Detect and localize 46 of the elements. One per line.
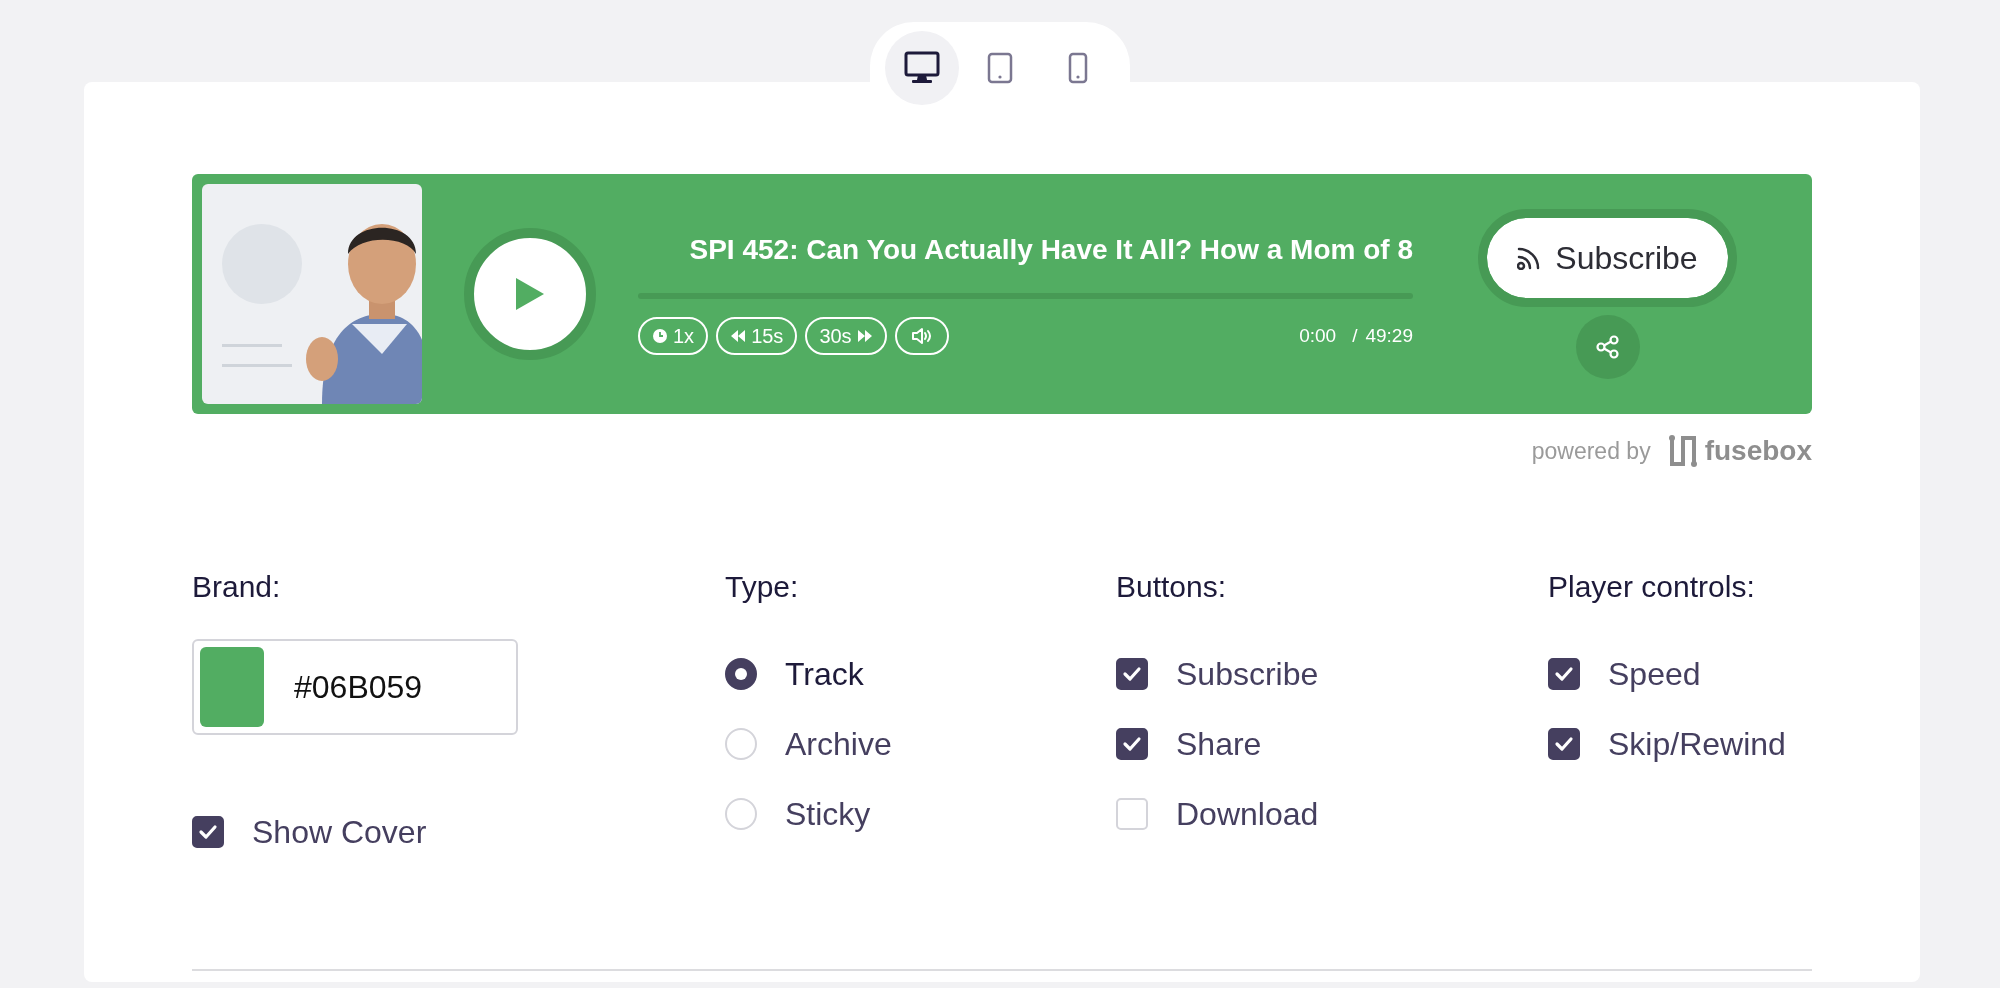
volume-button[interactable] [894, 316, 949, 355]
check-icon [1122, 734, 1142, 754]
clock-icon [652, 327, 668, 344]
skip-forward-button[interactable]: 30s [805, 316, 887, 355]
checkbox-label: Show Cover [252, 813, 427, 852]
episode-title: SPI 452: Can You Actually Have It All? How a Mom of 8 [688, 233, 1413, 267]
check-icon [1554, 664, 1574, 684]
radio-label: Track [785, 655, 864, 694]
time-separator: / [1352, 323, 1358, 348]
fast-forward-icon [856, 328, 873, 343]
checkbox-label: Subscribe [1176, 655, 1319, 694]
radio-label: Archive [785, 725, 892, 764]
current-time: 0:00 [1299, 323, 1337, 348]
rss-icon [1517, 246, 1542, 270]
monitor-icon [904, 51, 940, 85]
radio-label: Sticky [785, 795, 871, 834]
checkbox-label: Speed [1608, 655, 1701, 694]
check-icon [1122, 664, 1142, 684]
check-icon [1554, 734, 1574, 754]
tablet-icon [987, 52, 1013, 84]
speed-button[interactable]: 1x [638, 316, 709, 355]
section-label: Buttons: [1116, 569, 1228, 605]
section-label: Player controls: [1548, 569, 1756, 605]
type-label: Type: [725, 569, 800, 605]
checkbox-label: Share [1176, 725, 1262, 764]
phone-icon [1068, 52, 1088, 84]
speaker-icon [910, 325, 933, 346]
checkbox[interactable] [1548, 658, 1580, 690]
fusebox-logo: fusebox [1668, 430, 1812, 472]
brand-label: Brand: [192, 569, 282, 605]
checkbox-label: Download [1176, 795, 1319, 834]
checkbox[interactable] [1116, 658, 1148, 690]
subscribe-button[interactable]: Subscribe [1478, 209, 1737, 307]
radio-button[interactable] [725, 658, 757, 690]
duration: 49:29 [1365, 323, 1413, 348]
checkbox-label: Skip/Rewind [1608, 725, 1786, 764]
checkbox[interactable] [1116, 728, 1148, 760]
checkbox[interactable] [1548, 728, 1580, 760]
powered-by-text: powered by [1531, 436, 1651, 466]
checkbox[interactable] [192, 816, 224, 848]
color-input-field[interactable]: #06B059 [192, 639, 518, 735]
rewind-icon [730, 328, 747, 343]
play-icon [514, 276, 546, 312]
share-icon [1595, 335, 1620, 359]
rewind-button[interactable]: 15s [716, 316, 798, 355]
check-icon [198, 822, 218, 842]
